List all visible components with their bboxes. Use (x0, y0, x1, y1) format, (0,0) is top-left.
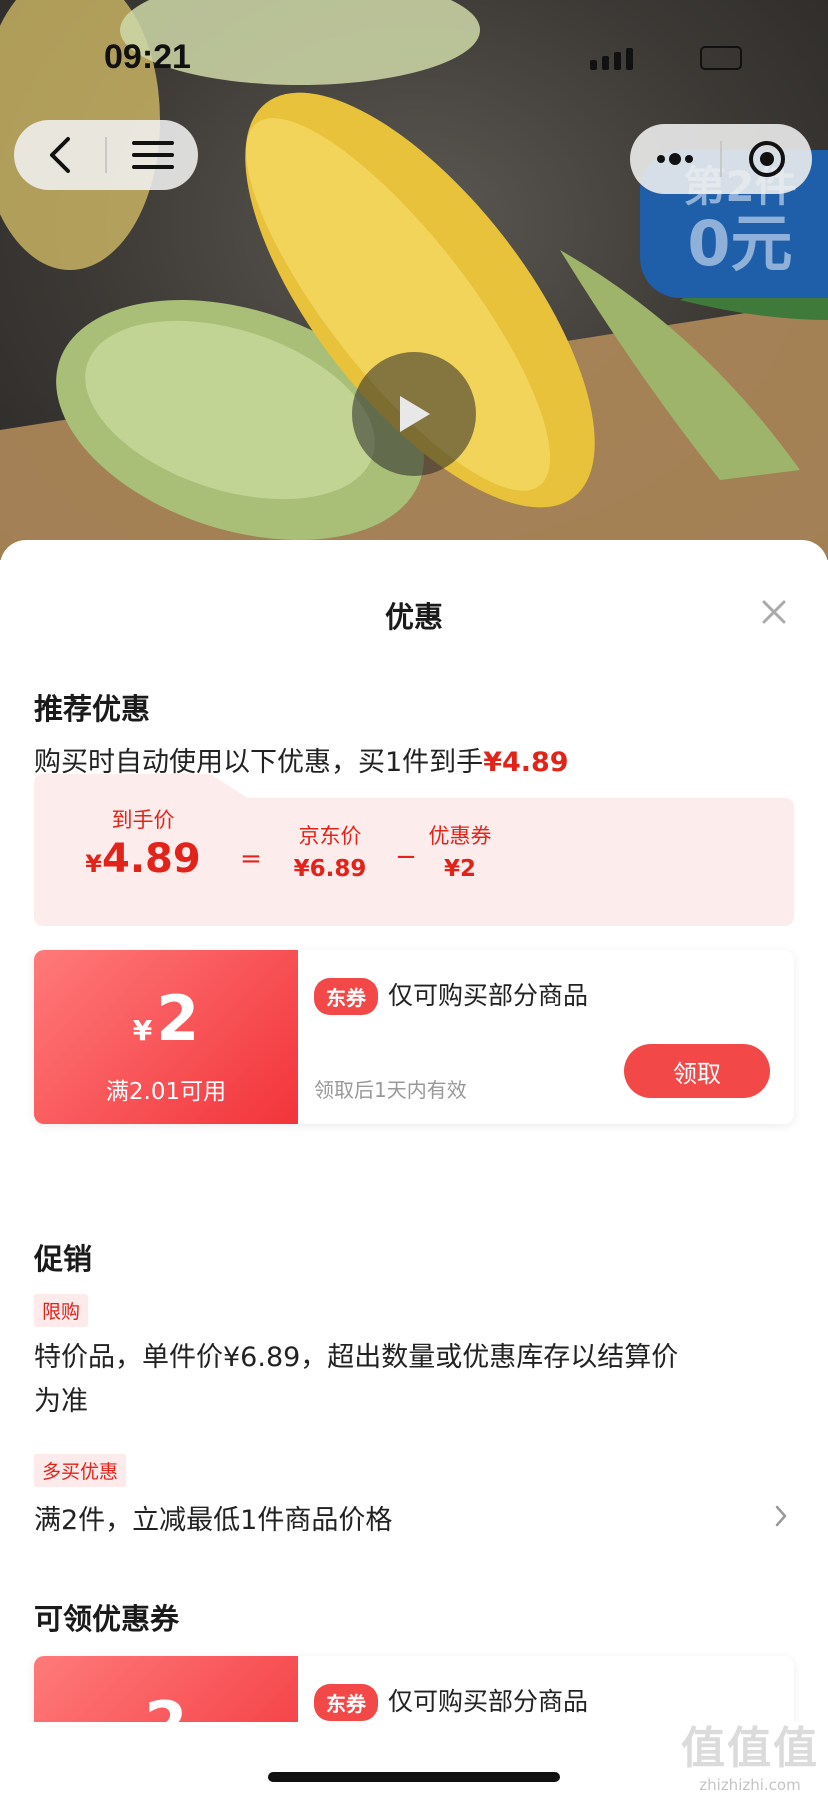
close-button[interactable] (756, 594, 792, 630)
target-icon (749, 141, 785, 177)
close-icon (762, 600, 786, 624)
coupon-tag: 东券 (314, 978, 378, 1015)
play-video-button[interactable] (352, 352, 476, 476)
coupon-discount-label: 优惠券 (428, 824, 492, 848)
promo-limit-line2: 为准 (34, 1386, 88, 1417)
final-price-value: ¥4.89 (78, 836, 208, 882)
nav-capsule (14, 120, 198, 190)
back-button[interactable] (14, 120, 105, 190)
promo-tag-limit: 限购 (34, 1294, 89, 1327)
final-price-yen: ¥ (85, 850, 102, 878)
back-arrow-icon (49, 137, 70, 173)
coupon-discount-value: ¥2 (443, 856, 476, 882)
jd-price-label: 京东价 (298, 824, 362, 848)
status-indicators (590, 44, 742, 70)
play-icon (400, 396, 430, 432)
jd-price-value: ¥6.89 (293, 856, 367, 882)
product-image: 09:21 第2件 0元 (0, 0, 828, 560)
coupon-condition: 满2.01可用 (105, 1079, 227, 1105)
signal-bar (614, 52, 621, 70)
discount-sheet: 优惠 推荐优惠 购买时自动使用以下优惠，买1件到手¥4.89 到手价 ¥4.89… (0, 540, 828, 1796)
more-dots-icon (657, 153, 693, 165)
miniapp-capsule (630, 124, 812, 194)
recommended-title: 推荐优惠 (34, 692, 151, 726)
final-price-number: 4.89 (102, 836, 201, 882)
watermark-logo: 值值值 (681, 1723, 819, 1774)
promo-multibuy-text[interactable]: 满2件，立减最低1件商品价格 (34, 1498, 734, 1537)
coupon-amount: ¥2 (34, 986, 298, 1064)
jd-price-block: 京东价 ¥6.89 (278, 820, 382, 882)
promo-limit-line1: 特价品，单件价¥6.89，超出数量或优惠库存以结算价 (34, 1342, 679, 1373)
coupon-validity: 领取后1天内有效 (314, 1078, 467, 1102)
menu-button[interactable] (107, 120, 198, 190)
signal-bar (602, 56, 609, 70)
coupon-discount-block: 优惠券 ¥2 (410, 820, 510, 882)
hamburger-icon (131, 141, 174, 169)
equals-sign: = (240, 844, 262, 874)
battery-icon (700, 46, 742, 70)
status-time: 09:21 (104, 38, 191, 76)
claim-coupon-button[interactable]: 领取 (624, 1044, 770, 1098)
watermark-url: zhizhizhi.com (699, 1776, 801, 1794)
home-indicator[interactable] (268, 1772, 560, 1782)
final-price-label: 到手价 (111, 808, 175, 832)
promo-badge-line2: 0元 (687, 207, 793, 280)
sheet-title: 优惠 (384, 600, 443, 634)
signal-icon (590, 60, 597, 70)
coupon-tag: 东券 (314, 1684, 378, 1721)
coupon-amount-number: 2 (156, 982, 200, 1055)
chevron-right-icon[interactable] (774, 1504, 788, 1528)
coupon-card: ¥2 满2.01可用 东券 仅可购买部分商品 领取后1天内有效 领取 (34, 950, 794, 1124)
coupon-desc: 仅可购买部分商品 (388, 1687, 589, 1716)
available-coupons-title: 可领优惠券 (34, 1602, 180, 1636)
more-button[interactable] (630, 124, 720, 194)
coupon-yen: ¥ (132, 1014, 153, 1047)
promotions-title: 促销 (34, 1242, 93, 1276)
watermark: 值值值 zhizhizhi.com (676, 1712, 824, 1794)
promo-tag-multibuy: 多买优惠 (34, 1454, 127, 1487)
signal-bar (626, 48, 633, 70)
coupon-value-panel: ¥2 满2.01可用 (34, 950, 298, 1124)
price-breakdown: 到手价 ¥4.89 = 京东价 ¥6.89 − 优惠券 ¥2 (34, 774, 794, 926)
final-price-block: 到手价 ¥4.89 (78, 804, 208, 882)
close-miniapp-button[interactable] (722, 124, 812, 194)
coupon-desc: 仅可购买部分商品 (388, 981, 589, 1010)
promo-limit-text: 特价品，单件价¥6.89，超出数量或优惠库存以结算价 为准 (34, 1336, 734, 1424)
